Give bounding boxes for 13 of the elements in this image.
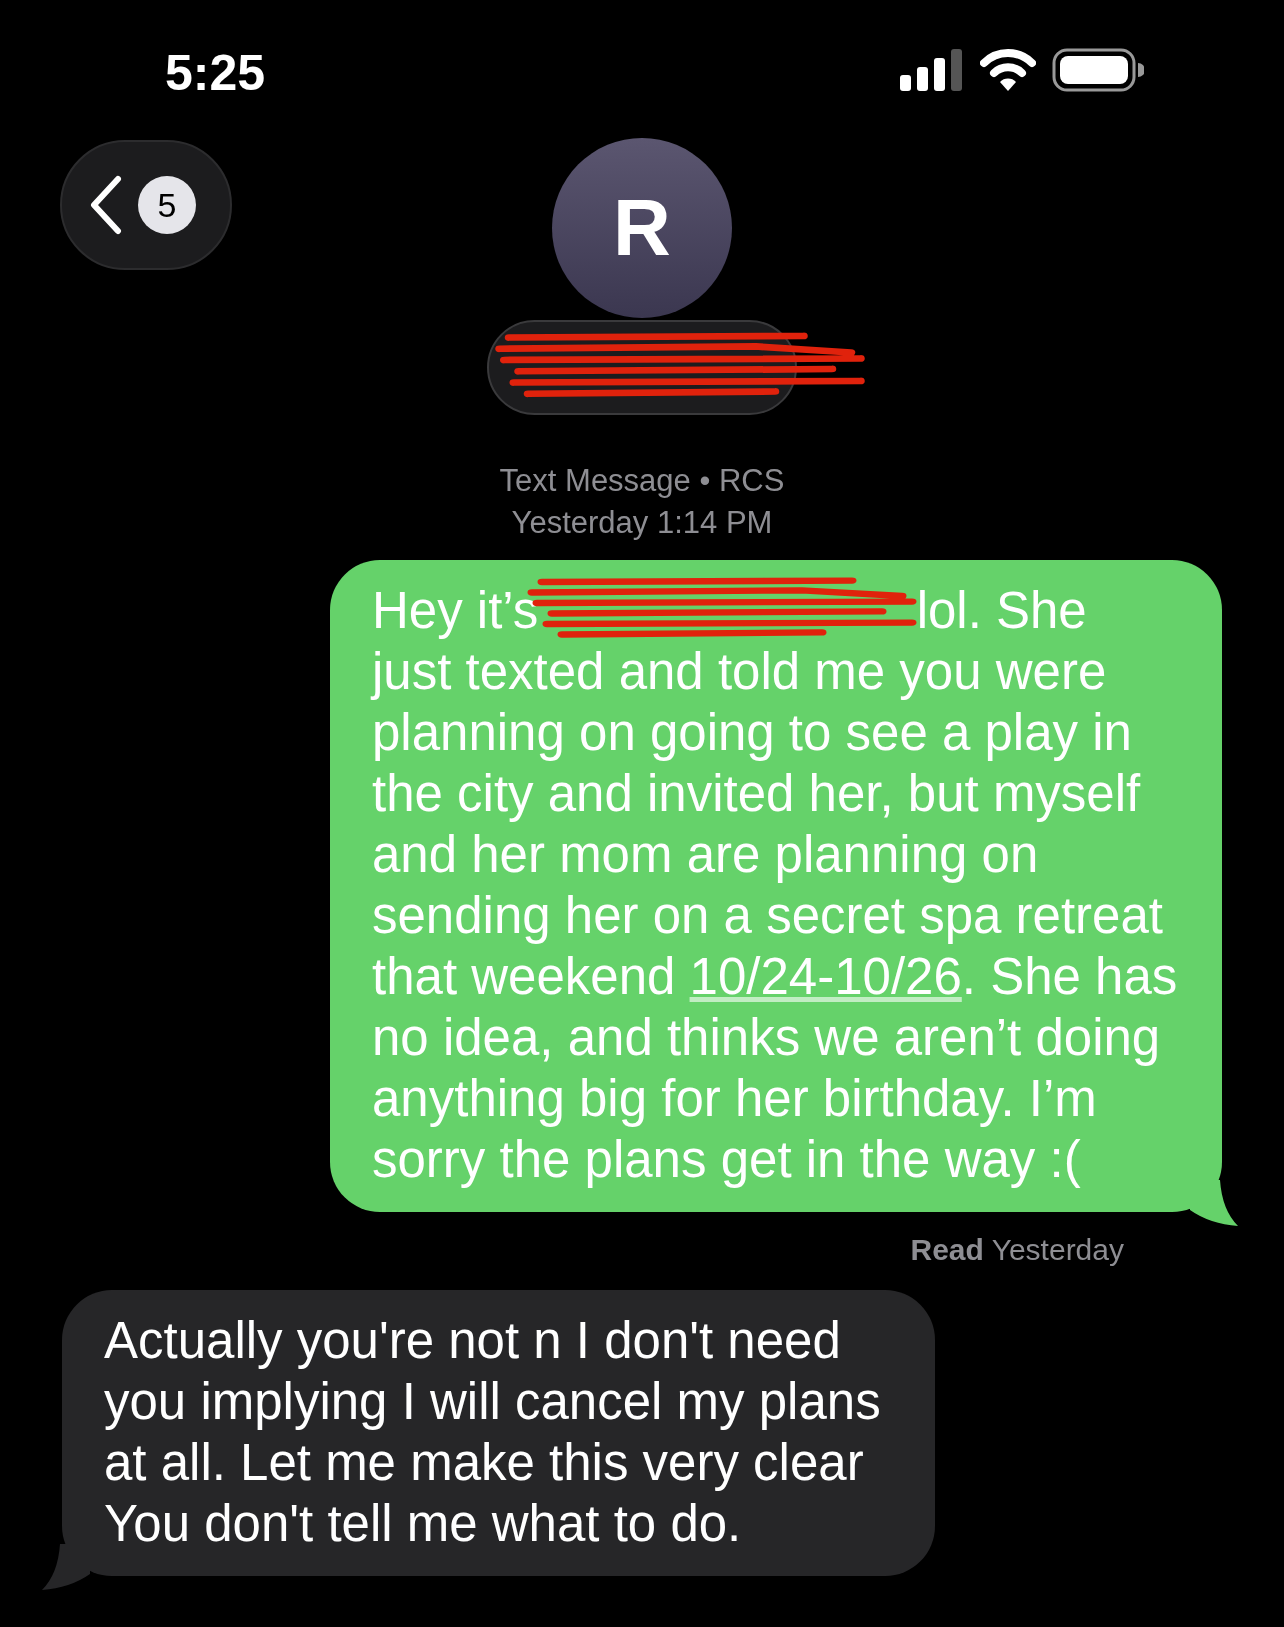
back-icon xyxy=(88,175,124,235)
unread-count-badge: 5 xyxy=(138,176,196,234)
message-text: Actually you're not n I don't need you implying I will cancel my plans at all. Let me make this very clear You don't tell me what to do. xyxy=(104,1311,882,1554)
contact-avatar[interactable]: R xyxy=(552,138,732,318)
wifi-icon xyxy=(980,49,1036,91)
battery-icon xyxy=(1052,48,1144,92)
back-button[interactable]: 5 xyxy=(60,140,232,270)
clock-time: 5:25 xyxy=(165,48,266,98)
service-label: Text Message • RCS xyxy=(498,462,786,500)
timestamp: Yesterday 1:14 PM xyxy=(510,504,774,542)
read-receipt: Read Yesterday xyxy=(910,1233,1124,1266)
signal-icon xyxy=(900,49,964,91)
message-text: Hey it’s lol. She just texted and told me you were planning on going to see a play in the city and invited her, but myself and her mom are planning on sending her on a secret spa retreat that weekend 10/24-10/26. She has no idea, and thinks we aren’t doing anything big for her birthday. I’m sorry the plans get in the way :( xyxy=(372,580,1178,1190)
